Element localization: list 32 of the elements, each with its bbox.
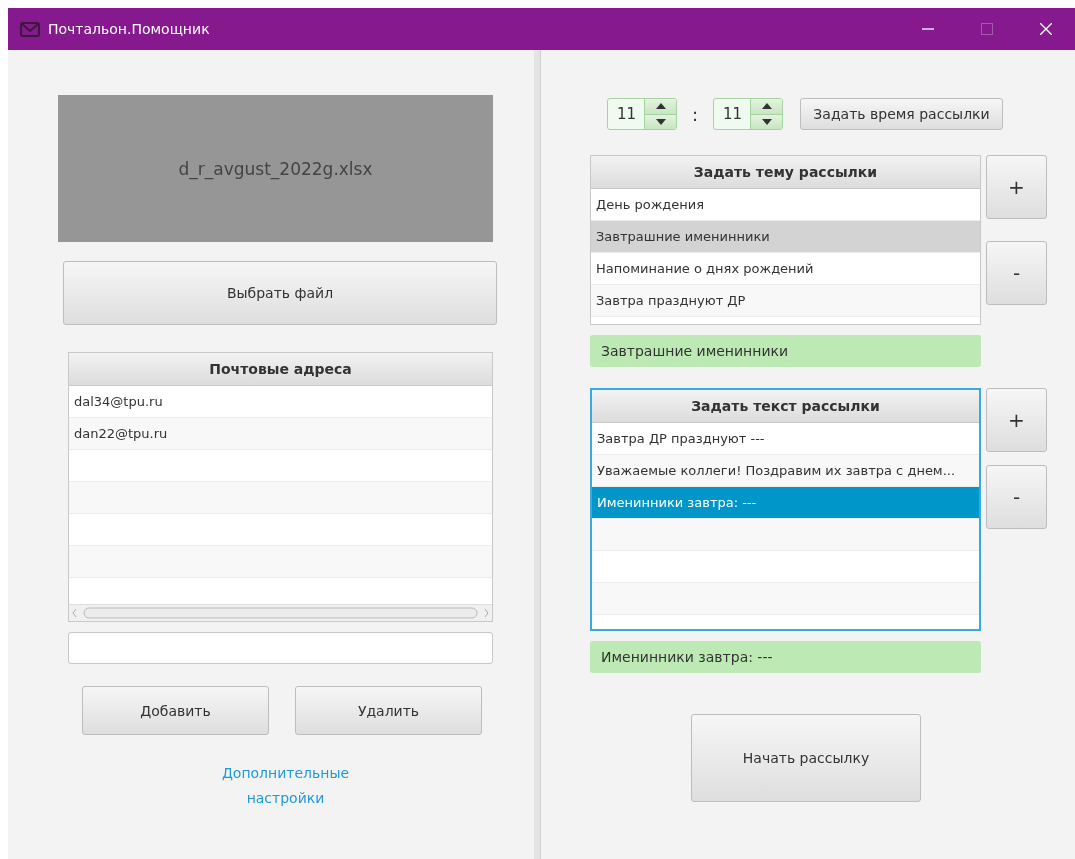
start-button[interactable]: Начать рассылку bbox=[691, 714, 921, 802]
column-header: Почтовые адреса bbox=[69, 353, 492, 386]
delete-button[interactable]: Удалить bbox=[295, 686, 482, 735]
selected-value-label: Именинники завтра: --- bbox=[590, 641, 981, 673]
file-preview: d_r_avgust_2022g.xlsx bbox=[58, 95, 493, 242]
time-separator: : bbox=[690, 103, 700, 125]
close-icon[interactable] bbox=[1039, 23, 1052, 35]
up-arrow-icon[interactable] bbox=[761, 103, 772, 110]
add-button[interactable]: + bbox=[986, 388, 1047, 452]
address-input[interactable] bbox=[68, 632, 493, 664]
window-title: Почтальон.Помощник bbox=[48, 21, 211, 37]
choose-file-button[interactable]: Выбрать файл bbox=[63, 261, 497, 325]
add-button[interactable]: + bbox=[986, 155, 1047, 219]
time-spinner[interactable]: 11 bbox=[713, 98, 783, 130]
column-header: Задать текст рассылки bbox=[592, 390, 979, 423]
selected-value-label: Завтрашние именинники bbox=[590, 335, 981, 367]
subject-list[interactable]: Задать тему рассылки День рождения Завтрашние именинники Напоминание о днях рождений Завтра празднуют ДР bbox=[590, 155, 981, 325]
column-header: Задать тему рассылки bbox=[591, 156, 980, 189]
envelope-icon bbox=[20, 21, 40, 37]
list-item[interactable]: Уважаемые коллеги! Поздравим их завтра с днем... bbox=[592, 455, 979, 487]
list-item[interactable]: Завтрашние именинники bbox=[591, 221, 980, 253]
down-arrow-icon[interactable] bbox=[761, 118, 772, 125]
up-arrow-icon[interactable] bbox=[655, 103, 666, 110]
add-button[interactable]: Добавить bbox=[82, 686, 269, 735]
remove-button[interactable]: - bbox=[986, 241, 1047, 305]
remove-button[interactable]: - bbox=[986, 465, 1047, 529]
set-time-button[interactable]: Задать время рассылки bbox=[800, 98, 1003, 130]
time-spinner[interactable]: 11 bbox=[607, 98, 677, 130]
down-arrow-icon[interactable] bbox=[655, 118, 666, 125]
list-item[interactable]: Завтра празднуют ДР bbox=[591, 285, 980, 317]
message-list[interactable]: Задать текст рассылки Завтра ДР празднуют --- Уважаемые коллеги! Поздравим их завтра с днем... Именинники завтра: --- bbox=[590, 388, 981, 631]
table-cell: dan22@tpu.ru bbox=[69, 418, 492, 450]
